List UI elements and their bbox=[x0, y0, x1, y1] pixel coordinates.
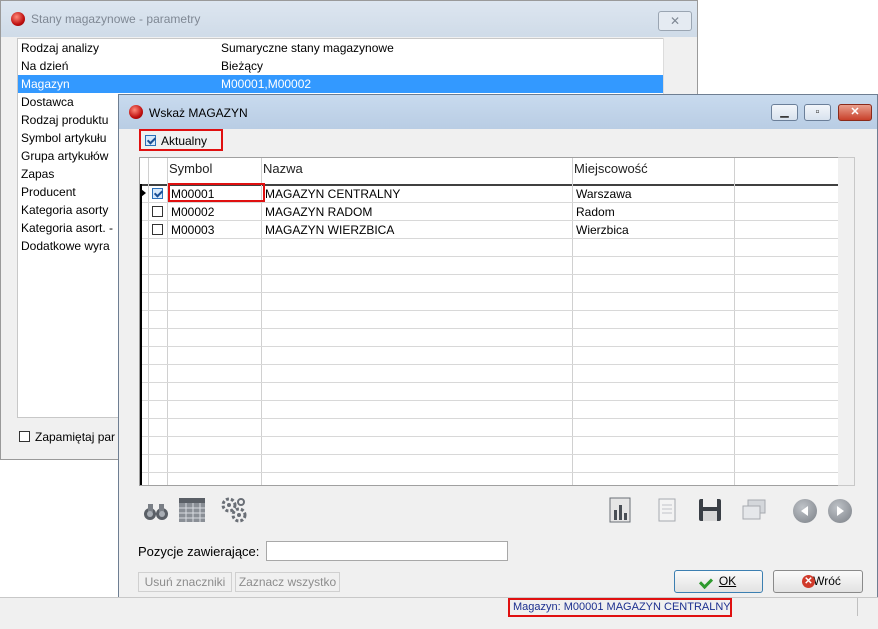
cancel-x-icon: ✕ bbox=[802, 575, 815, 588]
positions-containing-input[interactable] bbox=[266, 541, 508, 561]
app-icon bbox=[11, 12, 25, 26]
parameter-label: Zapas bbox=[21, 167, 55, 181]
settings-gears-icon[interactable] bbox=[219, 495, 249, 525]
grid-line bbox=[140, 346, 838, 347]
grid-line bbox=[140, 202, 838, 203]
row-checkbox-checked[interactable] bbox=[152, 188, 163, 199]
parameter-label: Kategoria asorty bbox=[21, 203, 109, 217]
annotation-highlight bbox=[168, 183, 265, 202]
first-record-icon[interactable] bbox=[793, 499, 817, 523]
cell-city: Warszawa bbox=[576, 187, 632, 201]
checkbox-checked-icon[interactable] bbox=[145, 135, 156, 146]
grid-line bbox=[140, 400, 838, 401]
grid-line bbox=[140, 364, 838, 365]
parameter-label: Kategoria asort. - bbox=[21, 221, 114, 235]
parameter-label: Grupa artykułów bbox=[21, 149, 109, 163]
report-chart-icon[interactable] bbox=[606, 495, 636, 525]
checkmark-icon bbox=[698, 574, 714, 590]
parameters-window-titlebar: Stany magazynowe - parametry ✕ bbox=[1, 1, 697, 37]
positions-containing-label: Pozycje zawierające: bbox=[138, 544, 260, 559]
binoculars-icon[interactable] bbox=[141, 495, 171, 525]
parameter-row-selected[interactable]: Magazyn M00001,M00002 bbox=[18, 75, 663, 93]
row-checkbox[interactable] bbox=[152, 224, 163, 235]
column-header-symbol[interactable]: Symbol bbox=[169, 161, 212, 176]
cell-symbol: M00002 bbox=[171, 205, 215, 219]
copy-icon[interactable] bbox=[739, 495, 769, 525]
select-all-button[interactable]: Zaznacz wszystko bbox=[235, 572, 340, 592]
parameter-label: Rodzaj analizy bbox=[21, 41, 100, 55]
parameter-value: Sumaryczne stany magazynowe bbox=[221, 41, 394, 55]
remember-parameters-label: Zapamiętaj par bbox=[35, 430, 116, 444]
parameter-row[interactable]: Rodzaj analizy Sumaryczne stany magazyno… bbox=[18, 39, 663, 57]
aktualny-checkbox[interactable]: Aktualny bbox=[139, 129, 223, 151]
cell-name: MAGAZYN CENTRALNY bbox=[265, 187, 401, 201]
status-divider bbox=[857, 598, 858, 616]
column-header-city[interactable]: Miejscowość bbox=[574, 161, 648, 176]
status-text: Magazyn: M00001 MAGAZYN CENTRALNY bbox=[508, 598, 732, 617]
warehouse-table: Symbol Nazwa Miejscowość M00001 MAGAZYN … bbox=[139, 157, 839, 486]
parameter-label: Dostawca bbox=[21, 95, 74, 109]
parameter-label: Magazyn bbox=[21, 77, 70, 91]
cell-city: Wierzbica bbox=[576, 223, 629, 237]
dialog-titlebar: Wskaż MAGAZYN ▁ ▫ ✕ bbox=[119, 95, 877, 129]
parameter-label: Producent bbox=[21, 185, 76, 199]
grid-line bbox=[140, 436, 838, 437]
maximize-button[interactable]: ▫ bbox=[804, 104, 831, 121]
close-button[interactable]: ✕ bbox=[838, 104, 872, 121]
checkbox-icon[interactable] bbox=[19, 431, 30, 442]
grid-line bbox=[140, 454, 838, 455]
cell-symbol: M00003 bbox=[171, 223, 215, 237]
app-icon bbox=[129, 105, 143, 119]
parameter-label: Dodatkowe wyra bbox=[21, 239, 110, 253]
status-bar: Magazyn: M00001 MAGAZYN CENTRALNY bbox=[0, 597, 878, 629]
remove-marks-button[interactable]: Usuń znaczniki bbox=[138, 572, 232, 592]
cell-name: MAGAZYN WIERZBICA bbox=[265, 223, 395, 237]
document-icon[interactable] bbox=[652, 495, 682, 525]
table-filter-icon[interactable] bbox=[177, 495, 207, 525]
save-icon[interactable] bbox=[695, 495, 725, 525]
aktualny-label: Aktualny bbox=[161, 134, 208, 148]
parameter-label: Na dzień bbox=[21, 59, 69, 73]
row-indicator-column bbox=[140, 184, 142, 485]
grid-line bbox=[140, 274, 838, 275]
ok-label: OK bbox=[718, 574, 737, 588]
remember-parameters-checkbox[interactable]: Zapamiętaj par bbox=[19, 429, 129, 445]
last-record-icon[interactable] bbox=[828, 499, 852, 523]
grid-line bbox=[140, 328, 838, 329]
back-label: Wróć bbox=[813, 574, 841, 588]
dialog-title: Wskaż MAGAZYN bbox=[149, 106, 248, 120]
table-scrollbar[interactable] bbox=[838, 157, 855, 486]
grid-line bbox=[140, 382, 838, 383]
parameter-label: Symbol artykułu bbox=[21, 131, 107, 145]
current-row-arrow-icon bbox=[141, 189, 146, 197]
grid-line bbox=[140, 238, 838, 239]
parameter-label: Rodzaj produktu bbox=[21, 113, 109, 127]
ok-button[interactable]: OK bbox=[674, 570, 763, 593]
grid-line bbox=[140, 292, 838, 293]
grid-line bbox=[140, 220, 838, 221]
parameter-row[interactable]: Na dzień Bieżący bbox=[18, 57, 663, 75]
select-warehouse-dialog: Wskaż MAGAZYN ▁ ▫ ✕ Aktualny Symbol Nazw… bbox=[118, 94, 878, 598]
grid-line bbox=[140, 418, 838, 419]
column-header-name[interactable]: Nazwa bbox=[263, 161, 303, 176]
minimize-button[interactable]: ▁ bbox=[771, 104, 798, 121]
cell-name: MAGAZYN RADOM bbox=[265, 205, 373, 219]
grid-line bbox=[140, 310, 838, 311]
parameter-value: M00001,M00002 bbox=[221, 77, 312, 91]
parameter-value: Bieżący bbox=[221, 59, 264, 73]
close-button[interactable]: ✕ bbox=[658, 11, 692, 31]
parameters-window-title: Stany magazynowe - parametry bbox=[31, 12, 201, 26]
row-checkbox[interactable] bbox=[152, 206, 163, 217]
back-button[interactable]: ✕ Wróć bbox=[773, 570, 863, 593]
cell-city: Radom bbox=[576, 205, 615, 219]
grid-line bbox=[140, 256, 838, 257]
grid-line bbox=[140, 472, 838, 473]
